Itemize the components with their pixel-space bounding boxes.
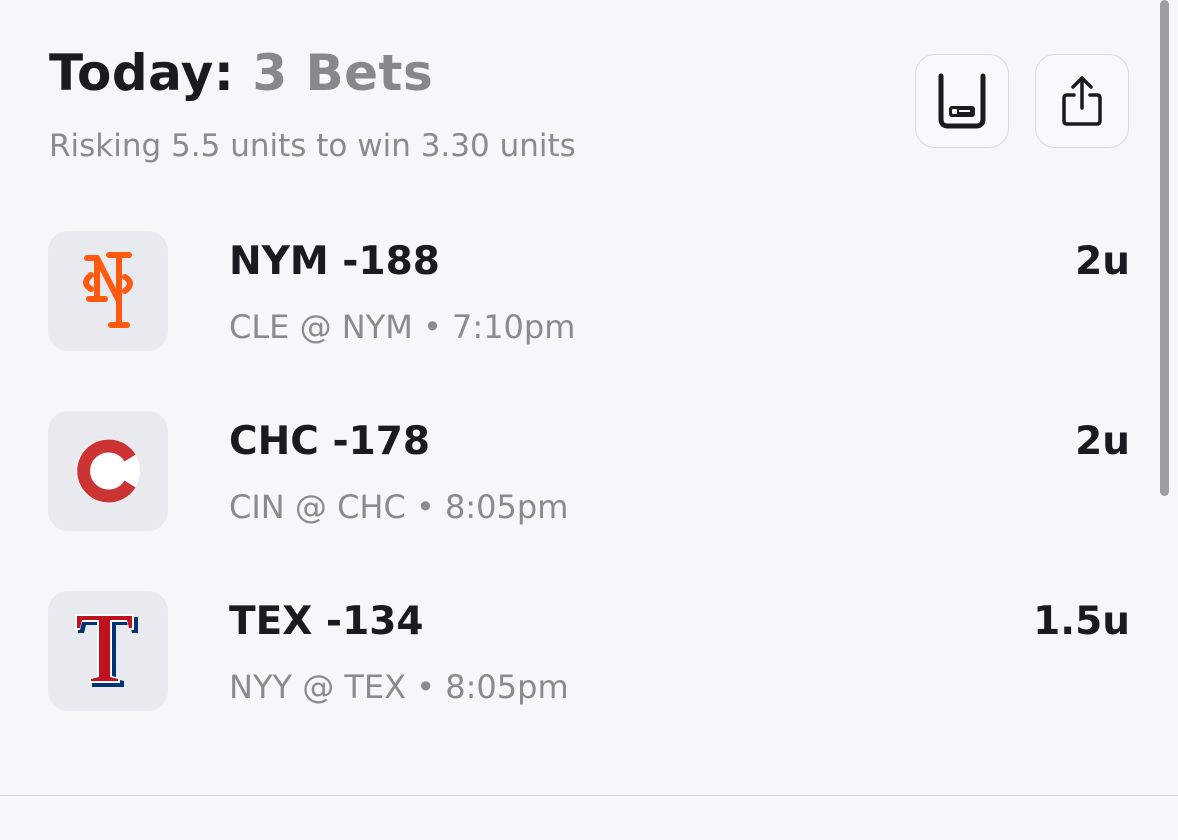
- bet-line: TEX -134: [229, 599, 424, 644]
- bet-slip-button[interactable]: [915, 54, 1009, 148]
- bet-units: 2u: [1075, 419, 1130, 464]
- bet-row[interactable]: TEX -134 NYY @ TEX • 8:05pm 1.5u: [48, 591, 1130, 711]
- bet-line: CHC -178: [229, 419, 431, 464]
- bet-units: 1.5u: [1033, 599, 1130, 644]
- bet-line: NYM -188: [229, 239, 440, 284]
- scrollbar[interactable]: [1160, 0, 1169, 496]
- bet-count: 3 Bets: [252, 44, 434, 102]
- bets-screen: Today: 3 Bets Risking 5.5 units to win 3…: [0, 0, 1178, 840]
- title-prefix: Today:: [49, 44, 235, 102]
- rangers-logo: [48, 591, 168, 711]
- game-info: CLE @ NYM • 7:10pm: [229, 308, 576, 346]
- mets-logo: [48, 231, 168, 351]
- game-info: NYY @ TEX • 8:05pm: [229, 668, 569, 706]
- share-icon: [1062, 76, 1102, 126]
- risk-summary: Risking 5.5 units to win 3.30 units: [49, 128, 576, 164]
- bet-row[interactable]: NYM -188 CLE @ NYM • 7:10pm 2u: [48, 231, 1130, 351]
- cubs-logo: [48, 411, 168, 531]
- bet-units: 2u: [1075, 239, 1130, 284]
- game-info: CIN @ CHC • 8:05pm: [229, 488, 569, 526]
- bet-row[interactable]: CHC -178 CIN @ CHC • 8:05pm 2u: [48, 411, 1130, 531]
- footer-area: [0, 796, 1178, 840]
- page-title: Today: 3 Bets: [49, 38, 576, 108]
- share-button[interactable]: [1035, 54, 1129, 148]
- header: Today: 3 Bets Risking 5.5 units to win 3…: [49, 38, 576, 166]
- bet-slip-icon: [938, 73, 986, 129]
